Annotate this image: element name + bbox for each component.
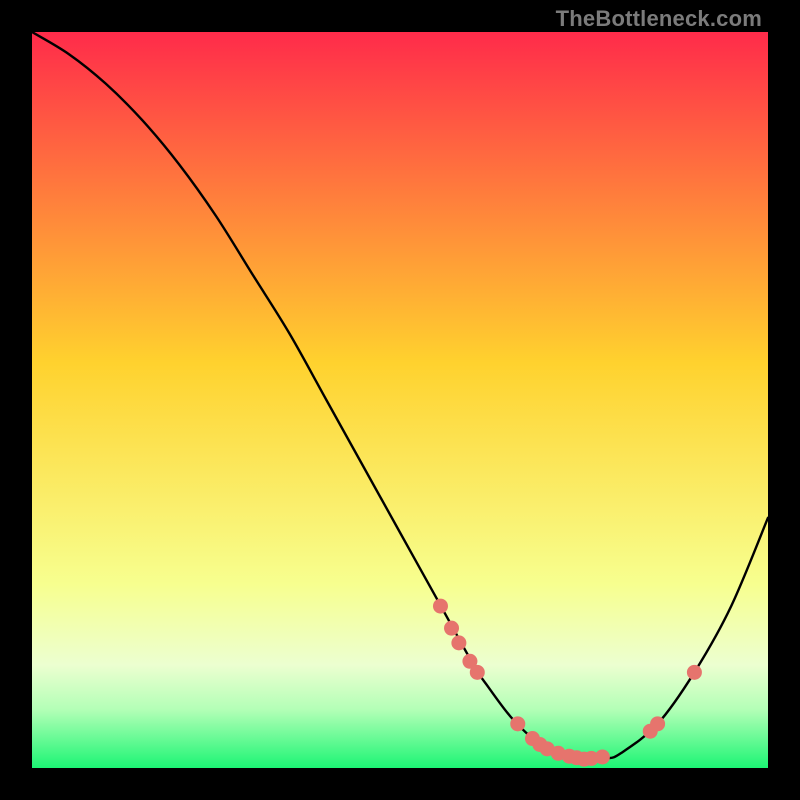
gradient-background bbox=[32, 32, 768, 768]
bottleneck-chart bbox=[32, 32, 768, 768]
marker-dot bbox=[444, 621, 459, 636]
watermark-text: TheBottleneck.com bbox=[556, 6, 762, 32]
marker-dot bbox=[595, 749, 610, 764]
marker-dot bbox=[650, 716, 665, 731]
marker-dot bbox=[510, 716, 525, 731]
marker-dot bbox=[687, 665, 702, 680]
marker-dot bbox=[433, 599, 448, 614]
marker-dot bbox=[451, 635, 466, 650]
marker-dot bbox=[470, 665, 485, 680]
plot-frame bbox=[32, 32, 768, 768]
